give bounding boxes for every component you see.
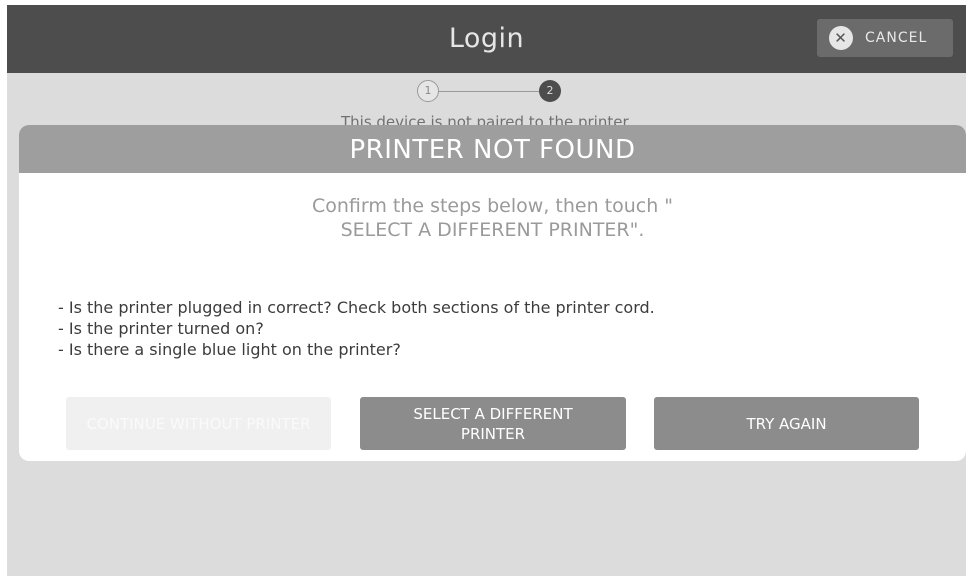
continue-without-printer-button[interactable]: CONTINUE WITHOUT PRINTER: [66, 397, 331, 450]
step-indicator: 1 2: [412, 80, 572, 104]
cancel-label: CANCEL: [865, 30, 928, 46]
step-connector: [439, 91, 539, 92]
checklist-item: - Is there a single blue light on the pr…: [58, 340, 401, 359]
troubleshooting-checklist: - Is the printer plugged in correct? Che…: [58, 297, 655, 360]
dialog-instruction: Confirm the steps below, then touch " SE…: [311, 195, 674, 241]
close-icon: ✕: [829, 26, 853, 50]
step-2-current: 2: [539, 80, 561, 102]
top-bar: Login ✕ CANCEL: [7, 5, 966, 73]
checklist-item: - Is the printer plugged in correct? Che…: [58, 298, 655, 317]
app-screen: Login ✕ CANCEL 1 2 This device is not pa…: [7, 5, 966, 576]
select-different-printer-button[interactable]: SELECT A DIFFERENT PRINTER: [360, 397, 626, 450]
cancel-button[interactable]: ✕ CANCEL: [817, 19, 953, 57]
dialog-title: PRINTER NOT FOUND: [19, 125, 966, 173]
step-1: 1: [417, 80, 439, 102]
printer-not-found-dialog: PRINTER NOT FOUND Confirm the steps belo…: [19, 125, 966, 461]
checklist-item: - Is the printer turned on?: [58, 319, 264, 338]
try-again-button[interactable]: TRY AGAIN: [654, 397, 919, 450]
